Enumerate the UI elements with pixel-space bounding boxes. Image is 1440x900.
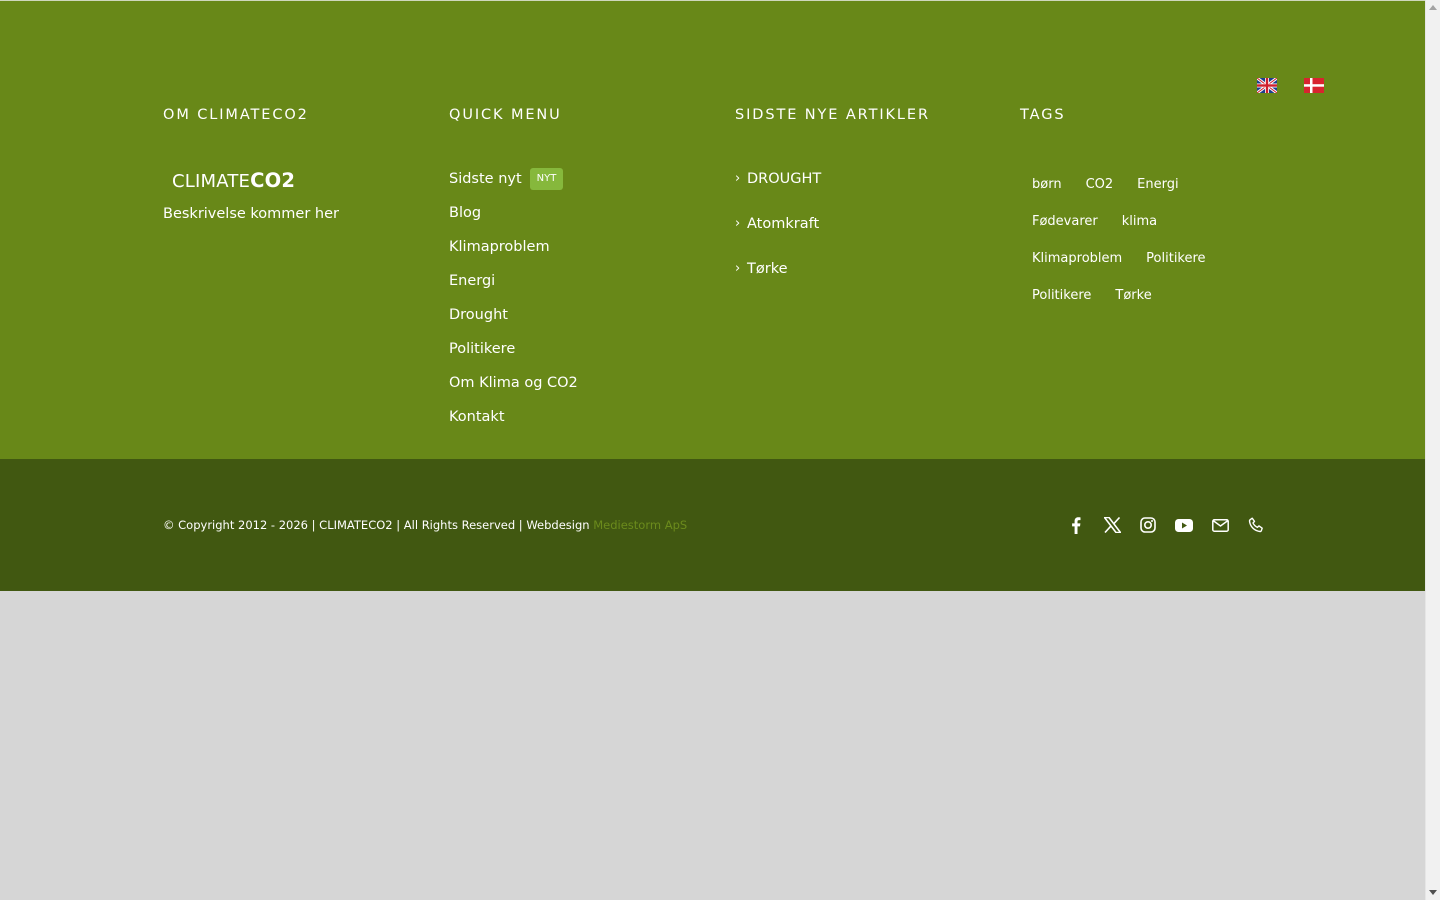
tag-link[interactable]: Tørke bbox=[1103, 285, 1163, 306]
menu-link-energi[interactable]: Energi bbox=[449, 271, 495, 291]
menu-link-om-klima[interactable]: Om Klima og CO2 bbox=[449, 373, 578, 393]
tag-link[interactable]: CO2 bbox=[1074, 174, 1126, 195]
menu-item: Blog bbox=[449, 203, 699, 237]
menu-link-politikere[interactable]: Politikere bbox=[449, 339, 515, 359]
menu-item: Klimaproblem bbox=[449, 237, 699, 271]
instagram-icon[interactable] bbox=[1138, 515, 1158, 535]
tag-link[interactable]: Klimaproblem bbox=[1020, 248, 1134, 269]
footer-widgets: OM CLIMATECO2 CLIMATECO2 Beskrivelse kom… bbox=[0, 0, 1425, 459]
scroll-up-arrow-icon[interactable] bbox=[1429, 5, 1437, 10]
tag-link[interactable]: klima bbox=[1110, 211, 1169, 232]
tags-widget: TAGS børn CO2 Energi Fødevarer klima Kli… bbox=[1020, 105, 1280, 322]
menu-item: Kontakt bbox=[449, 407, 699, 441]
article-item: › DROUGHT bbox=[735, 169, 985, 214]
menu-link-sidste-nyt[interactable]: Sidste nyt bbox=[449, 169, 522, 189]
quick-menu-list: Sidste nyt NYT Blog Klimaproblem Energi … bbox=[449, 168, 699, 441]
tag-link[interactable]: Politikere bbox=[1020, 285, 1103, 306]
menu-item: Energi bbox=[449, 271, 699, 305]
menu-item: Drought bbox=[449, 305, 699, 339]
article-link[interactable]: DROUGHT bbox=[747, 169, 821, 189]
social-icons bbox=[1066, 515, 1266, 535]
recent-articles-list: › DROUGHT › Atomkraft › Tørke bbox=[735, 169, 985, 304]
vertical-scrollbar[interactable] bbox=[1425, 0, 1440, 900]
facebook-icon[interactable] bbox=[1066, 515, 1086, 535]
tag-cloud: børn CO2 Energi Fødevarer klima Klimapro… bbox=[1020, 174, 1260, 322]
menu-item: Politikere bbox=[449, 339, 699, 373]
tag-link[interactable]: Energi bbox=[1125, 174, 1190, 195]
tag-link[interactable]: Politikere bbox=[1134, 248, 1217, 269]
scroll-down-arrow-icon[interactable] bbox=[1429, 890, 1437, 895]
language-switcher bbox=[1257, 78, 1324, 93]
article-link[interactable]: Tørke bbox=[747, 259, 788, 279]
recent-articles-widget: SIDSTE NYE ARTIKLER › DROUGHT › Atomkraf… bbox=[735, 105, 985, 304]
danish-flag-icon[interactable] bbox=[1304, 78, 1324, 93]
uk-flag-icon[interactable] bbox=[1257, 78, 1277, 93]
tag-link[interactable]: børn bbox=[1020, 174, 1074, 195]
youtube-icon[interactable] bbox=[1174, 515, 1194, 535]
about-widget: OM CLIMATECO2 CLIMATECO2 Beskrivelse kom… bbox=[163, 105, 413, 224]
menu-link-klimaproblem[interactable]: Klimaproblem bbox=[449, 237, 550, 257]
phone-icon[interactable] bbox=[1246, 515, 1266, 535]
about-description: Beskrivelse kommer her bbox=[163, 206, 339, 222]
logo-text-bold: CO2 bbox=[250, 169, 296, 192]
logo-text-light: CLIMATE bbox=[172, 171, 251, 192]
copyright-text: © Copyright 2012 - 2026 | CLIMATECO2 | A… bbox=[163, 517, 687, 533]
quick-menu-widget: QUICK MENU Sidste nyt NYT Blog Klimaprob… bbox=[449, 105, 699, 441]
webdesign-credit-link[interactable]: Mediestorm ApS bbox=[593, 518, 687, 532]
copyright-notice: © Copyright 2012 - 2026 | CLIMATECO2 | A… bbox=[163, 518, 594, 532]
climateco2-logo[interactable]: CLIMATECO2 bbox=[172, 169, 413, 194]
menu-item: Sidste nyt NYT bbox=[449, 168, 699, 203]
x-twitter-icon[interactable] bbox=[1102, 515, 1122, 535]
article-item: › Atomkraft bbox=[735, 214, 985, 259]
tags-title: TAGS bbox=[1020, 107, 1066, 123]
chevron-right-icon: › bbox=[735, 216, 741, 231]
new-badge: NYT bbox=[529, 168, 564, 190]
chevron-right-icon: › bbox=[735, 171, 741, 186]
menu-link-drought[interactable]: Drought bbox=[449, 305, 508, 325]
article-item: › Tørke bbox=[735, 259, 985, 304]
about-title: OM CLIMATECO2 bbox=[163, 107, 309, 123]
article-link[interactable]: Atomkraft bbox=[747, 214, 819, 234]
mail-icon[interactable] bbox=[1210, 515, 1230, 535]
tag-link[interactable]: Fødevarer bbox=[1020, 211, 1110, 232]
menu-link-blog[interactable]: Blog bbox=[449, 203, 481, 223]
menu-item: Om Klima og CO2 bbox=[449, 373, 699, 407]
recent-articles-title: SIDSTE NYE ARTIKLER bbox=[735, 107, 930, 123]
menu-link-kontakt[interactable]: Kontakt bbox=[449, 407, 505, 427]
quick-menu-title: QUICK MENU bbox=[449, 107, 562, 123]
chevron-right-icon: › bbox=[735, 261, 741, 276]
